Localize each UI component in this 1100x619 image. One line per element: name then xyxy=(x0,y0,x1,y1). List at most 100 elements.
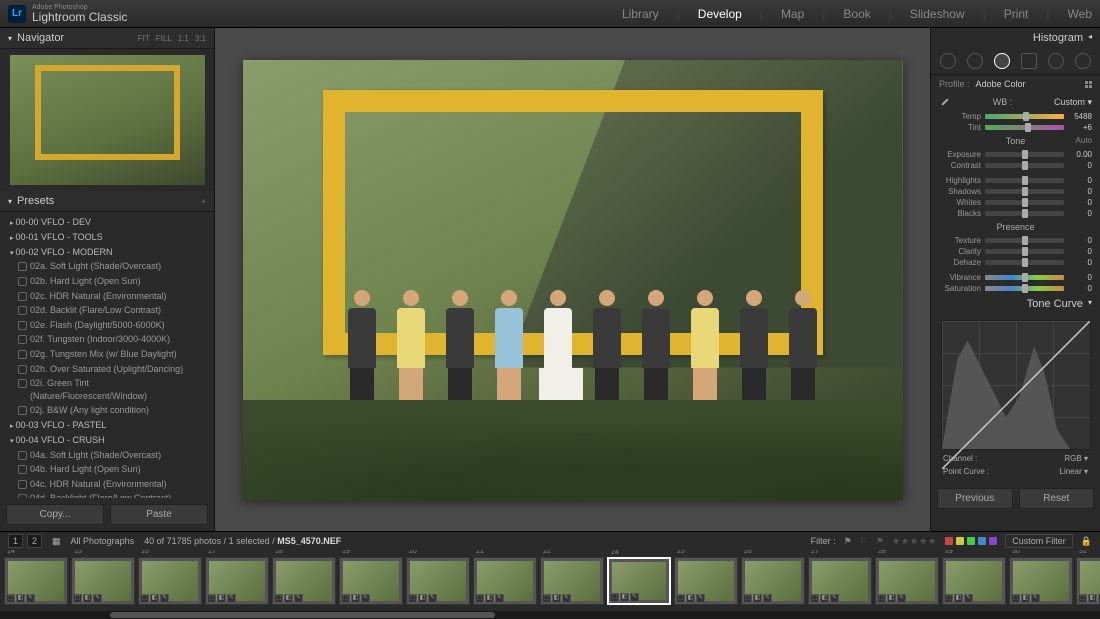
color-filter[interactable] xyxy=(945,537,997,545)
brush-tool-icon[interactable] xyxy=(1075,53,1091,69)
temp-slider[interactable]: Temp5488 xyxy=(931,111,1100,122)
preset-item[interactable]: 04a. Soft Light (Shade/Overcast) xyxy=(0,448,214,463)
preset-item[interactable]: 04d. Backlight (Flare/Low Contrast) xyxy=(0,491,214,498)
flag-reject-icon[interactable]: ⚑ xyxy=(876,536,884,547)
preset-item[interactable]: 04b. Hard Light (Open Sun) xyxy=(0,462,214,477)
app-header: Lr Adobe Photoshop Lightroom Classic Lib… xyxy=(0,0,1100,28)
preset-item[interactable]: 02i. Green Tint (Nature/Fluorescent/Wind… xyxy=(0,376,214,403)
preset-item[interactable]: 04c. HDR Natural (Environmental) xyxy=(0,477,214,492)
navigator-header[interactable]: ▾ Navigator FITFILL1:13:1 xyxy=(0,28,214,49)
texture-slider[interactable]: Texture0 xyxy=(931,235,1100,246)
module-map[interactable]: Map xyxy=(781,7,804,21)
star-filter[interactable]: ★★★★★ xyxy=(892,536,937,547)
filmstrip-thumb[interactable]: 27⬚◧✎ xyxy=(808,557,872,605)
preset-item[interactable]: 02b. Hard Light (Open Sun) xyxy=(0,274,214,289)
preset-item[interactable]: 02d. Backlit (Flare/Low Contrast) xyxy=(0,303,214,318)
filmstrip-thumb[interactable]: 19⬚◧✎ xyxy=(339,557,403,605)
filmstrip-thumb[interactable]: 14⬚◧✎ xyxy=(4,557,68,605)
shadows-slider[interactable]: Shadows0 xyxy=(931,186,1100,197)
profile-row[interactable]: Profile : Adobe Color xyxy=(931,75,1100,93)
auto-button[interactable]: Auto xyxy=(1076,136,1092,145)
reset-button[interactable]: Reset xyxy=(1019,488,1095,509)
filmstrip-thumb[interactable]: 15⬚◧✎ xyxy=(71,557,135,605)
tone-curve-header[interactable]: Tone Curve ▾ xyxy=(931,294,1100,314)
tone-curve-graph[interactable] xyxy=(941,320,1091,450)
custom-filter[interactable]: Custom Filter xyxy=(1005,534,1073,548)
lock-icon[interactable]: 🔒 xyxy=(1081,536,1092,547)
wb-value[interactable]: Custom ▾ xyxy=(1054,97,1092,108)
preset-item[interactable]: 02g. Tungsten Mix (w/ Blue Daylight) xyxy=(0,347,214,362)
left-panel: ▾ Navigator FITFILL1:13:1 ▾ Presets + 00… xyxy=(0,28,215,531)
radial-tool-icon[interactable] xyxy=(1048,53,1064,69)
preset-group[interactable]: 00-01 VFLO - TOOLS xyxy=(0,230,214,245)
redeye-tool-icon[interactable] xyxy=(994,53,1010,69)
eyedropper-icon[interactable] xyxy=(939,96,951,108)
filmstrip-thumb[interactable]: 26⬚◧✎ xyxy=(741,557,805,605)
app-main: Lightroom Classic xyxy=(32,11,127,23)
navigator-thumbnail[interactable] xyxy=(10,55,205,185)
filmstrip-thumb[interactable]: 24⬚◧✎ xyxy=(607,557,671,605)
filmstrip-thumb[interactable]: 25⬚◧✎ xyxy=(674,557,738,605)
filmstrip-thumb[interactable]: 30⬚◧✎ xyxy=(1009,557,1073,605)
zoom-1:1[interactable]: 1:1 xyxy=(178,34,189,43)
preset-item[interactable]: 02e. Flash (Daylight/5000-6000K) xyxy=(0,318,214,333)
preset-item[interactable]: 02h. Over Saturated (Uplight/Dancing) xyxy=(0,362,214,377)
spot-tool-icon[interactable] xyxy=(967,53,983,69)
filmstrip-thumb[interactable]: 29⬚◧✎ xyxy=(942,557,1006,605)
filmstrip: 12 ▦ All Photographs 40 of 71785 photos … xyxy=(0,531,1100,619)
filmstrip-thumb[interactable]: 31⬚◧✎ xyxy=(1076,557,1100,605)
filmstrip-thumb[interactable]: 22⬚◧✎ xyxy=(540,557,604,605)
preset-item[interactable]: 02f. Tungsten (Indoor/3000-4000K) xyxy=(0,332,214,347)
presets-header[interactable]: ▾ Presets + xyxy=(0,191,214,212)
histogram-header[interactable]: Histogram ◂ xyxy=(931,28,1100,48)
filmstrip-scrollbar[interactable] xyxy=(0,611,1100,619)
filmstrip-source[interactable]: All Photographs xyxy=(71,536,135,546)
preset-group[interactable]: 00-04 VFLO - CRUSH xyxy=(0,433,214,448)
crop-tool-icon[interactable] xyxy=(940,53,956,69)
grid-icon[interactable]: ▦ xyxy=(52,536,61,547)
filmstrip-thumb[interactable]: 21⬚◧✎ xyxy=(473,557,537,605)
plus-icon[interactable]: + xyxy=(201,197,206,206)
preset-item[interactable]: 02j. B&W (Any light condition) xyxy=(0,403,214,418)
saturation-slider[interactable]: Saturation0 xyxy=(931,283,1100,294)
preset-item[interactable]: 02c. HDR Natural (Environmental) xyxy=(0,289,214,304)
grad-tool-icon[interactable] xyxy=(1021,53,1037,69)
module-develop[interactable]: Develop xyxy=(698,7,742,21)
tint-slider[interactable]: Tint+6 xyxy=(931,122,1100,133)
preset-item[interactable]: 02a. Soft Light (Shade/Overcast) xyxy=(0,259,214,274)
blacks-slider[interactable]: Blacks0 xyxy=(931,208,1100,219)
zoom-FILL[interactable]: FILL xyxy=(156,34,172,43)
right-panel: Histogram ◂ Profile : Adobe Color WB : C… xyxy=(930,28,1100,531)
flag-pick-icon[interactable]: ⚑ xyxy=(844,536,852,547)
dehaze-slider[interactable]: Dehaze0 xyxy=(931,257,1100,268)
filmstrip-thumb[interactable]: 20⬚◧✎ xyxy=(406,557,470,605)
profile-label: Profile : xyxy=(939,79,970,89)
preset-group[interactable]: 00-02 VFLO - MODERN xyxy=(0,245,214,260)
profile-browser-icon[interactable] xyxy=(1085,81,1092,88)
whites-slider[interactable]: Whites0 xyxy=(931,197,1100,208)
module-web[interactable]: Web xyxy=(1068,7,1092,21)
zoom-FIT[interactable]: FIT xyxy=(138,34,150,43)
highlights-slider[interactable]: Highlights0 xyxy=(931,175,1100,186)
module-book[interactable]: Book xyxy=(843,7,870,21)
secondary-display[interactable]: 12 xyxy=(8,534,42,548)
preset-group[interactable]: 00-00 VFLO - DEV xyxy=(0,215,214,230)
flag-unflag-icon[interactable]: ⚐ xyxy=(860,536,868,547)
exposure-slider[interactable]: Exposure0.00 xyxy=(931,149,1100,160)
filmstrip-thumb[interactable]: 16⬚◧✎ xyxy=(138,557,202,605)
paste-button[interactable]: Paste xyxy=(110,504,208,525)
previous-button[interactable]: Previous xyxy=(937,488,1013,509)
filmstrip-thumb[interactable]: 17⬚◧✎ xyxy=(205,557,269,605)
module-library[interactable]: Library xyxy=(622,7,659,21)
preset-group[interactable]: 00-03 VFLO - PASTEL xyxy=(0,418,214,433)
loupe-view[interactable] xyxy=(215,28,930,531)
zoom-3:1[interactable]: 3:1 xyxy=(195,34,206,43)
filmstrip-thumb[interactable]: 28⬚◧✎ xyxy=(875,557,939,605)
vibrance-slider[interactable]: Vibrance0 xyxy=(931,272,1100,283)
filmstrip-thumb[interactable]: 18⬚◧✎ xyxy=(272,557,336,605)
clarity-slider[interactable]: Clarity0 xyxy=(931,246,1100,257)
contrast-slider[interactable]: Contrast0 xyxy=(931,160,1100,171)
module-slideshow[interactable]: Slideshow xyxy=(910,7,965,21)
copy-button[interactable]: Copy... xyxy=(6,504,104,525)
module-print[interactable]: Print xyxy=(1004,7,1029,21)
